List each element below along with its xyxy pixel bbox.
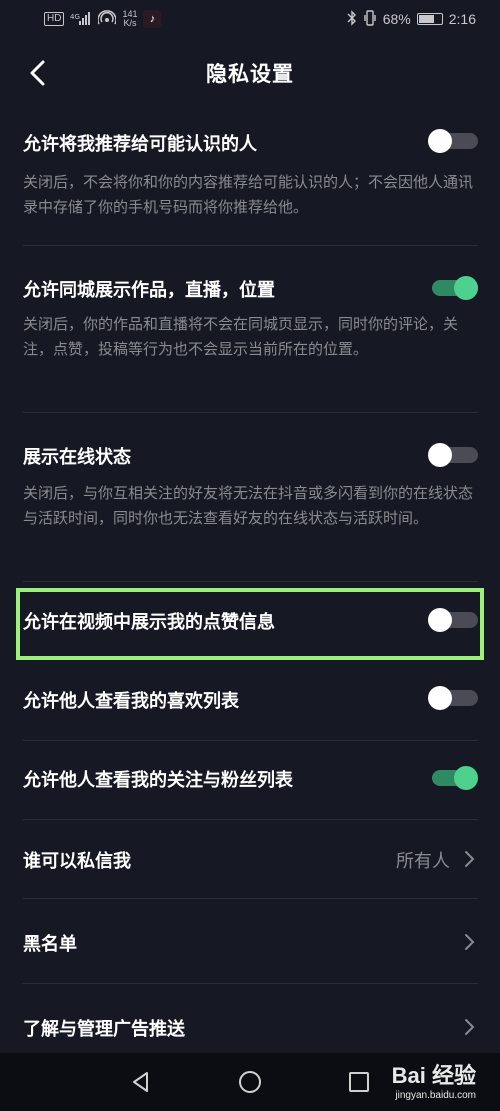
clock: 2:16: [448, 11, 476, 27]
setting-local-display: 允许同城展示作品，直播，位置 关闭后，你的作品和直播将不会在同城页显示，同时你的…: [0, 246, 500, 411]
highlight-annotation: [16, 588, 484, 660]
setting-follow-list: 允许他人查看我的关注与粉丝列表: [0, 741, 500, 819]
setting-title: 允许同城展示作品，直播，位置: [23, 280, 275, 301]
nav-recents-icon[interactable]: [348, 1071, 370, 1093]
setting-description: 关闭后，不会将你和你的内容推荐给可能认识的人；不会因他人通讯录中存储了你的手机号…: [23, 173, 474, 216]
setting-liked-list: 允许他人查看我的喜欢列表: [0, 662, 500, 740]
setting-description: 关闭后，与你互相关注的好友将无法在抖音或多闪看到你的在线状态与活跃时间，同时你也…: [23, 484, 474, 527]
status-bar-left: HD 4G 141 K/s ♪: [44, 9, 162, 29]
setting-recommend-to-contacts: 允许将我推荐给可能认识的人 关闭后，不会将你和你的内容推荐给可能认识的人；不会因…: [0, 120, 500, 245]
chevron-left-icon: [30, 60, 45, 86]
battery-percent: 68%: [382, 11, 411, 27]
link-title: 谁可以私信我: [23, 851, 131, 872]
chevron-right-icon: [465, 851, 475, 867]
online-status-toggle[interactable]: [428, 443, 478, 467]
hotspot-icon: [97, 9, 118, 29]
link-value: 所有人: [396, 851, 450, 872]
link-title: 黑名单: [23, 934, 77, 955]
signal-icon: 4G: [70, 11, 92, 28]
nav-back-icon[interactable]: [130, 1071, 152, 1093]
chevron-right-icon: [465, 1019, 475, 1035]
link-who-can-message[interactable]: 谁可以私信我 所有人: [0, 820, 500, 898]
back-button[interactable]: [18, 53, 58, 93]
baidu-jingyan-watermark: Bai 经验 jingyan.baidu.com: [392, 1058, 476, 1101]
bluetooth-icon: [347, 9, 357, 29]
network-speed-unit: K/s: [123, 18, 137, 28]
link-ad-management[interactable]: 了解与管理广告推送: [0, 984, 500, 1053]
liked-list-toggle[interactable]: [428, 686, 478, 710]
network-type: 4G: [70, 13, 80, 21]
setting-title: 展示在线状态: [23, 447, 131, 468]
setting-description: 关闭后，你的作品和直播将不会在同城页显示，同时你的评论，关注，点赞，投稿等行为也…: [23, 315, 459, 358]
watermark-url: jingyan.baidu.com: [395, 1090, 476, 1101]
status-bar: HD 4G 141 K/s ♪ 68% 2:16: [0, 0, 500, 38]
link-title: 了解与管理广告推送: [23, 1019, 185, 1040]
chevron-right-icon: [465, 934, 475, 950]
link-blacklist[interactable]: 黑名单: [0, 899, 500, 983]
battery-icon: [416, 13, 443, 25]
network-speed: 141 K/s: [122, 10, 137, 28]
nav-home-icon[interactable]: [238, 1070, 262, 1094]
hd-indicator: HD: [44, 12, 65, 26]
local-display-toggle[interactable]: [428, 276, 478, 300]
page-title: 隐私设置: [206, 62, 294, 86]
follow-list-toggle[interactable]: [428, 766, 478, 790]
setting-online-status: 展示在线状态 关闭后，与你互相关注的好友将无法在抖音或多闪看到你的在线状态与活跃…: [0, 413, 500, 581]
status-bar-right: 68% 2:16: [347, 9, 476, 29]
header: 隐私设置: [0, 45, 500, 101]
recommend-toggle[interactable]: [428, 129, 478, 153]
tiktok-notification-icon: ♪: [143, 10, 162, 28]
vibrate-icon: [363, 9, 377, 29]
setting-title: 允许将我推荐给可能认识的人: [23, 134, 257, 155]
setting-title: 允许他人查看我的关注与粉丝列表: [23, 770, 293, 791]
setting-title: 允许他人查看我的喜欢列表: [23, 691, 239, 712]
watermark-logo: Bai 经验: [391, 1063, 476, 1088]
